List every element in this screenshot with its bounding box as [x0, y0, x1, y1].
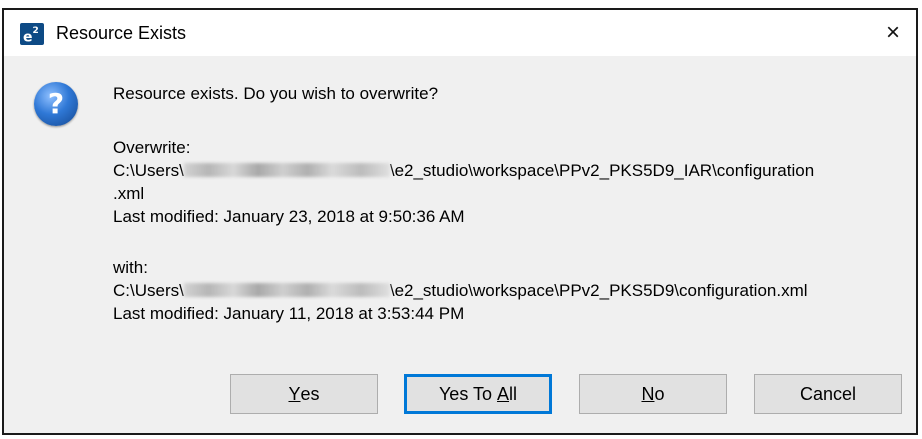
overwrite-last-modified: Last modified: January 23, 2018 at 9:50:… — [113, 207, 465, 226]
yes-to-all-label-before: Yes To — [438, 383, 498, 404]
background-window-strip — [0, 0, 922, 8]
yes-to-all-mnemonic: A — [497, 383, 510, 404]
overwrite-path: C:\Users\ \e2_studio\workspace\PPv2_PKS5D… — [113, 161, 814, 181]
close-button[interactable]: × — [870, 10, 916, 56]
overwrite-path-prefix: C:\Users\ — [113, 161, 184, 180]
close-icon: × — [885, 19, 900, 46]
overwrite-path-wrap: .xml — [113, 184, 145, 203]
app-icon-letter: e — [23, 29, 33, 46]
yes-label: es — [300, 383, 320, 404]
app-icon-superscript: 2 — [32, 26, 39, 36]
redacted-username — [183, 163, 390, 177]
yes-button[interactable]: Yes — [230, 374, 378, 414]
message-text: Resource exists. Do you wish to overwrit… — [113, 84, 439, 103]
with-last-modified: Last modified: January 11, 2018 at 3:53:… — [113, 304, 465, 323]
with-path-suffix: \e2_studio\workspace\PPv2_PKS5D9\configu… — [389, 281, 808, 300]
yes-to-all-label-after: ll — [509, 383, 518, 404]
with-path-prefix: C:\Users\ — [113, 281, 184, 300]
overwrite-label: Overwrite: — [113, 138, 191, 157]
no-mnemonic: N — [641, 383, 655, 404]
title-bar[interactable]: e2 Resource Exists × — [4, 10, 916, 56]
redacted-username — [183, 283, 390, 297]
overwrite-path-suffix: \e2_studio\workspace\PPv2_PKS5D9_IAR\con… — [389, 161, 815, 180]
dialog-title: Resource Exists — [56, 23, 187, 43]
with-label: with: — [113, 258, 148, 277]
resource-exists-dialog: e2 Resource Exists × ? Resource exists. … — [2, 8, 918, 435]
no-button[interactable]: No — [579, 374, 727, 414]
with-path: C:\Users\ \e2_studio\workspace\PPv2_PKS5D… — [113, 281, 808, 301]
no-label: o — [654, 383, 665, 404]
e2-studio-app-icon: e2 — [20, 23, 44, 46]
yes-mnemonic: Y — [288, 383, 301, 404]
cancel-button[interactable]: Cancel — [754, 374, 902, 414]
question-icon: ? — [34, 82, 78, 126]
yes-to-all-button[interactable]: Yes To All — [404, 374, 552, 414]
